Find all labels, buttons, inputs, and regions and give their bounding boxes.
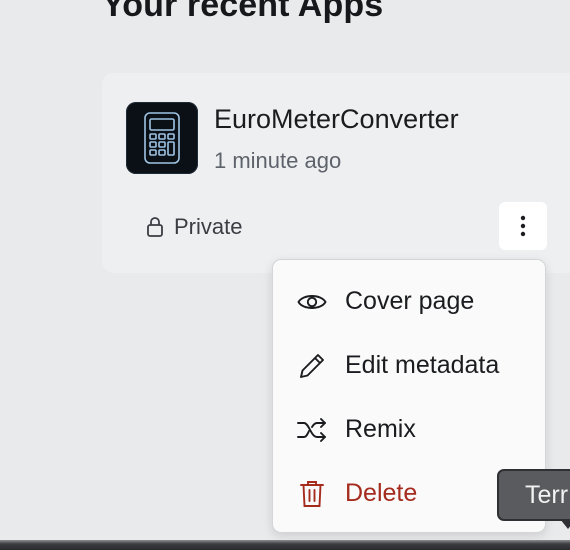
section-title: Your recent Apps: [102, 0, 384, 24]
lock-icon: [146, 216, 164, 238]
more-options-button[interactable]: [499, 202, 547, 250]
window-bottom-edge: [0, 540, 570, 550]
menu-item-label: Delete: [345, 478, 418, 507]
menu-item-label: Cover page: [345, 286, 475, 315]
menu-item-remix[interactable]: Remix: [273, 401, 545, 457]
calculator-icon[interactable]: [126, 102, 198, 174]
pencil-icon: [297, 351, 327, 381]
shuffle-icon: [297, 415, 327, 445]
visibility-status: Private: [146, 214, 242, 240]
menu-item-cover-page[interactable]: Cover page: [273, 273, 545, 329]
kebab-icon: [520, 215, 526, 237]
app-updated-time: 1 minute ago: [214, 148, 342, 173]
menu-item-edit-metadata[interactable]: Edit metadata: [273, 337, 545, 393]
menu-item-label: Edit metadata: [345, 350, 500, 379]
trash-icon: [297, 479, 327, 509]
menu-item-label: Remix: [345, 414, 416, 443]
visibility-label: Private: [174, 214, 243, 239]
app-card[interactable]: EuroMeterConverter 1 minute ago Private: [102, 73, 570, 273]
eye-icon: [297, 287, 327, 317]
tooltip-arrow: [560, 519, 570, 529]
tooltip: Terr: [497, 469, 570, 521]
app-name[interactable]: EuroMeterConverter: [214, 104, 459, 135]
